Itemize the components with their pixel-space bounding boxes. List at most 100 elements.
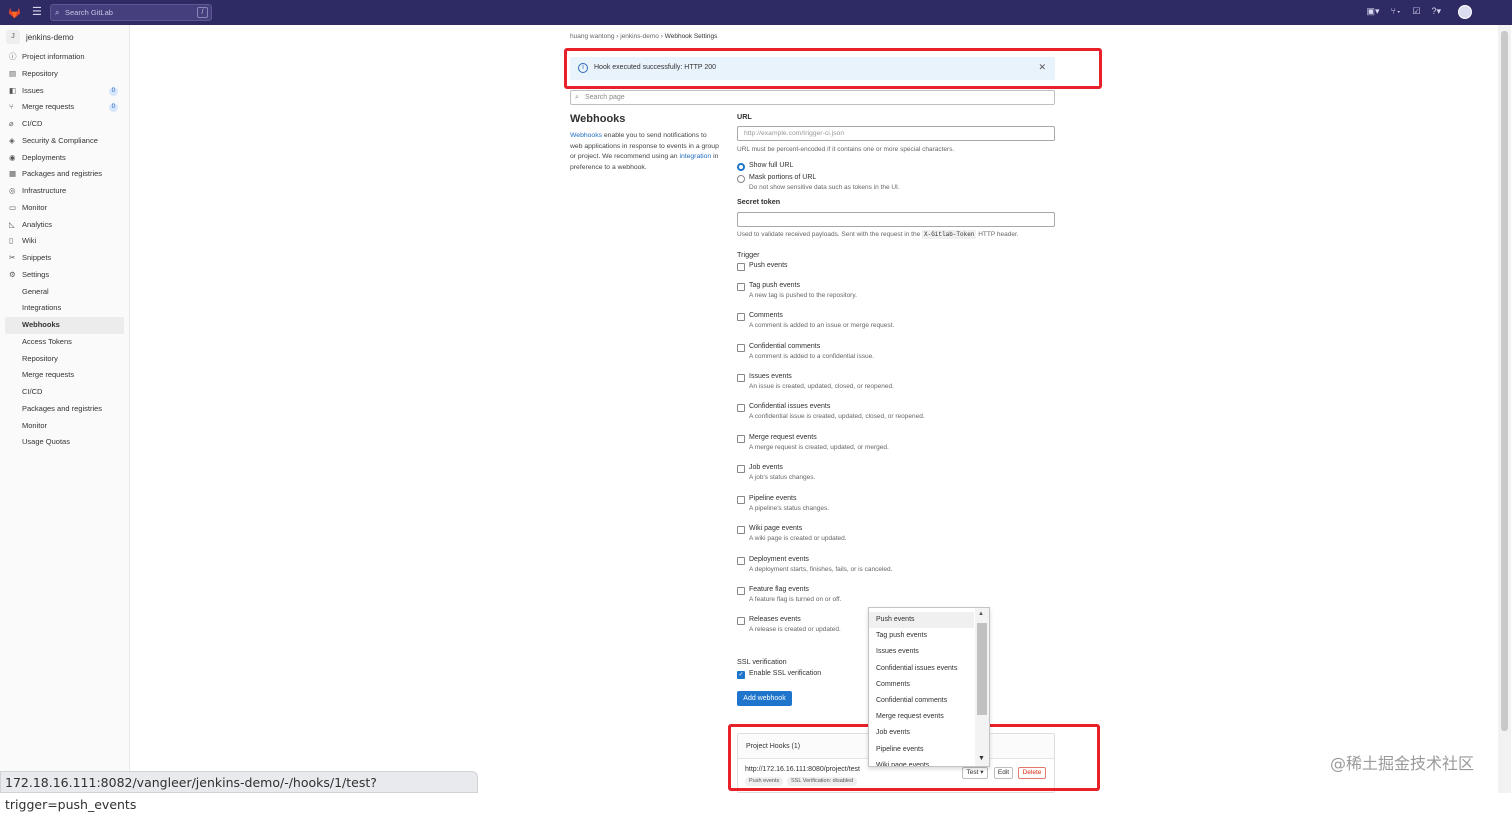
checkbox[interactable] xyxy=(737,344,745,352)
avatar[interactable] xyxy=(1458,5,1472,19)
checkbox[interactable] xyxy=(737,465,745,473)
sidebar-item-packages[interactable]: ▦ Packages and registries xyxy=(0,166,129,183)
sidebar-sub-webhooks[interactable]: Webhooks xyxy=(5,317,124,334)
top-navbar: ☰ ⌕ Search GitLab / ▣▾ ⑂▾ ☑ ?▾ xyxy=(0,0,1512,25)
dropdown-item-comments[interactable]: Comments xyxy=(869,677,974,693)
gitlab-logo-icon[interactable] xyxy=(8,6,21,19)
dropdown-item-tag-push-events[interactable]: Tag push events xyxy=(869,628,974,644)
checkbox[interactable] xyxy=(737,283,745,291)
shield-icon: ◈ xyxy=(9,135,15,145)
dropdown-item-wiki-page-events[interactable]: Wiki page events xyxy=(869,758,974,766)
dropdown-item-job-events[interactable]: Job events xyxy=(869,725,974,741)
menu-icon[interactable]: ☰ xyxy=(32,7,42,18)
integration-link[interactable]: integration xyxy=(679,153,711,160)
sidebar-item-wiki[interactable]: ▯ Wiki xyxy=(0,233,129,250)
search-page-input[interactable]: ⌕ Search page xyxy=(570,90,1055,105)
search-icon: ⌕ xyxy=(55,8,60,17)
sidebar-sub-integrations[interactable]: Integrations xyxy=(0,300,129,317)
checkbox[interactable] xyxy=(737,404,745,412)
breadcrumb-current[interactable]: Webhook Settings xyxy=(665,33,718,40)
page-scrollbar[interactable] xyxy=(1498,25,1511,793)
browser-status-bar: 172.18.16.111:8082/vangleer/jenkins-demo… xyxy=(0,771,478,812)
dropdown-item-merge-request-events[interactable]: Merge request events xyxy=(869,709,974,725)
sidebar-item-repository[interactable]: ▤ Repository xyxy=(0,66,129,83)
highlight-box-alert xyxy=(564,48,1102,89)
checkbox-checked[interactable]: ✓ xyxy=(737,671,745,679)
url-label: URL xyxy=(737,112,752,121)
checkbox[interactable] xyxy=(737,435,745,443)
checkbox[interactable] xyxy=(737,617,745,625)
sidebar-sub-cicd[interactable]: CI/CD xyxy=(0,384,129,401)
checkbox[interactable] xyxy=(737,557,745,565)
search-input[interactable]: ⌕ Search GitLab / xyxy=(50,4,212,21)
trigger-label: Trigger xyxy=(737,250,760,259)
doc-icon: ▤ xyxy=(9,68,17,78)
sidebar-sub-general[interactable]: General xyxy=(0,284,129,301)
checkbox[interactable] xyxy=(737,496,745,504)
gear-icon: ⚙ xyxy=(9,269,16,279)
secret-token-input[interactable] xyxy=(737,212,1055,227)
dropdown-item-push-events[interactable]: Push events xyxy=(869,612,974,629)
dropdown-list: Push events Tag push events Issues event… xyxy=(869,612,974,766)
header-code: X-Gitlab-Token xyxy=(922,230,977,239)
breadcrumb-project[interactable]: jenkins-demo xyxy=(620,33,659,40)
dropdown-scrollbar[interactable]: ▲ ▼ xyxy=(975,608,989,766)
help-icon[interactable]: ?▾ xyxy=(1431,6,1441,17)
sidebar-item-security[interactable]: ◈ Security & Compliance xyxy=(0,133,129,150)
url-input[interactable]: http://example.com/trigger-ci.json xyxy=(737,126,1055,141)
test-dropdown-menu: Push events Tag push events Issues event… xyxy=(868,607,990,767)
dropdown-item-pipeline-events[interactable]: Pipeline events xyxy=(869,742,974,758)
project-name: jenkins-demo xyxy=(26,32,74,42)
sidebar-sub-merge-requests[interactable]: Merge requests xyxy=(0,367,129,384)
project-avatar: J xyxy=(6,30,20,44)
scroll-up-icon[interactable]: ▲ xyxy=(978,611,984,617)
checkbox[interactable] xyxy=(737,263,745,271)
sidebar-sub-repository[interactable]: Repository xyxy=(0,351,129,368)
add-webhook-button[interactable]: Add webhook xyxy=(737,691,792,706)
sidebar-item-infrastructure[interactable]: ◎ Infrastructure xyxy=(0,183,129,200)
dropdown-scroll-thumb[interactable] xyxy=(977,623,987,715)
sidebar-item-issues[interactable]: ◧ Issues 0 xyxy=(0,83,129,100)
issues-icon[interactable]: ▣▾ xyxy=(1367,6,1380,17)
sidebar: J jenkins-demo ⓘ Project information ▤ Rep… xyxy=(0,25,130,793)
secret-token-help: Used to validate received payloads. Sent… xyxy=(737,230,1019,239)
sidebar-sub-monitor[interactable]: Monitor xyxy=(0,418,129,435)
webhooks-description: Webhooks enable you to send notification… xyxy=(570,132,719,171)
mask-url-radio[interactable] xyxy=(737,175,745,183)
sidebar-item-cicd[interactable]: ⌀ CI/CD xyxy=(0,116,129,133)
sidebar-sub-packages[interactable]: Packages and registries xyxy=(0,401,129,418)
dropdown-item-issues-events[interactable]: Issues events xyxy=(869,644,974,660)
cloud-icon: ◎ xyxy=(9,186,16,195)
sidebar-item-snippets[interactable]: ✂ Snippets xyxy=(0,250,129,267)
mask-url-desc: Do not show sensitive data such as token… xyxy=(749,184,900,191)
monitor-icon: ▭ xyxy=(9,202,17,212)
merge-requests-icon[interactable]: ⑂▾ xyxy=(1391,6,1402,17)
sidebar-item-deployments[interactable]: ◉ Deployments xyxy=(0,150,129,167)
sidebar-item-settings[interactable]: ⚙ Settings xyxy=(0,267,129,284)
sidebar-item-monitor[interactable]: ▭ Monitor xyxy=(0,200,129,217)
show-full-url-label: Show full URL xyxy=(749,162,794,169)
mask-url-label: Mask portions of URL xyxy=(749,174,817,181)
search-shortcut: / xyxy=(197,7,208,18)
scroll-down-icon[interactable]: ▼ xyxy=(978,755,985,762)
checkbox[interactable] xyxy=(737,526,745,534)
sidebar-item-merge-requests[interactable]: ⑂ Merge requests 0 xyxy=(0,99,129,116)
scissors-icon: ✂ xyxy=(9,253,16,262)
breadcrumb-user[interactable]: huang wantong xyxy=(570,33,614,40)
sidebar-sub-access-tokens[interactable]: Access Tokens xyxy=(0,334,129,351)
search-icon: ⌕ xyxy=(575,94,579,101)
sidebar-sub-usage-quotas[interactable]: Usage Quotas xyxy=(0,434,129,451)
checkbox[interactable] xyxy=(737,374,745,382)
checkbox[interactable] xyxy=(737,313,745,321)
sidebar-item-project-information[interactable]: ⓘ Project information xyxy=(0,49,129,66)
todos-icon[interactable]: ☑ xyxy=(1412,6,1420,17)
book-icon: ▯ xyxy=(9,236,14,246)
dropdown-item-confidential-issues-events[interactable]: Confidential issues events xyxy=(869,661,974,677)
project-header[interactable]: J jenkins-demo xyxy=(6,30,74,44)
sidebar-item-analytics[interactable]: ◺ Analytics xyxy=(0,217,129,234)
dropdown-item-confidential-comments[interactable]: Confidential comments xyxy=(869,693,974,709)
webhooks-doc-link[interactable]: Webhooks xyxy=(570,132,602,139)
scrollbar-thumb[interactable] xyxy=(1501,31,1508,731)
show-full-url-radio[interactable] xyxy=(737,163,745,171)
checkbox[interactable] xyxy=(737,587,745,595)
